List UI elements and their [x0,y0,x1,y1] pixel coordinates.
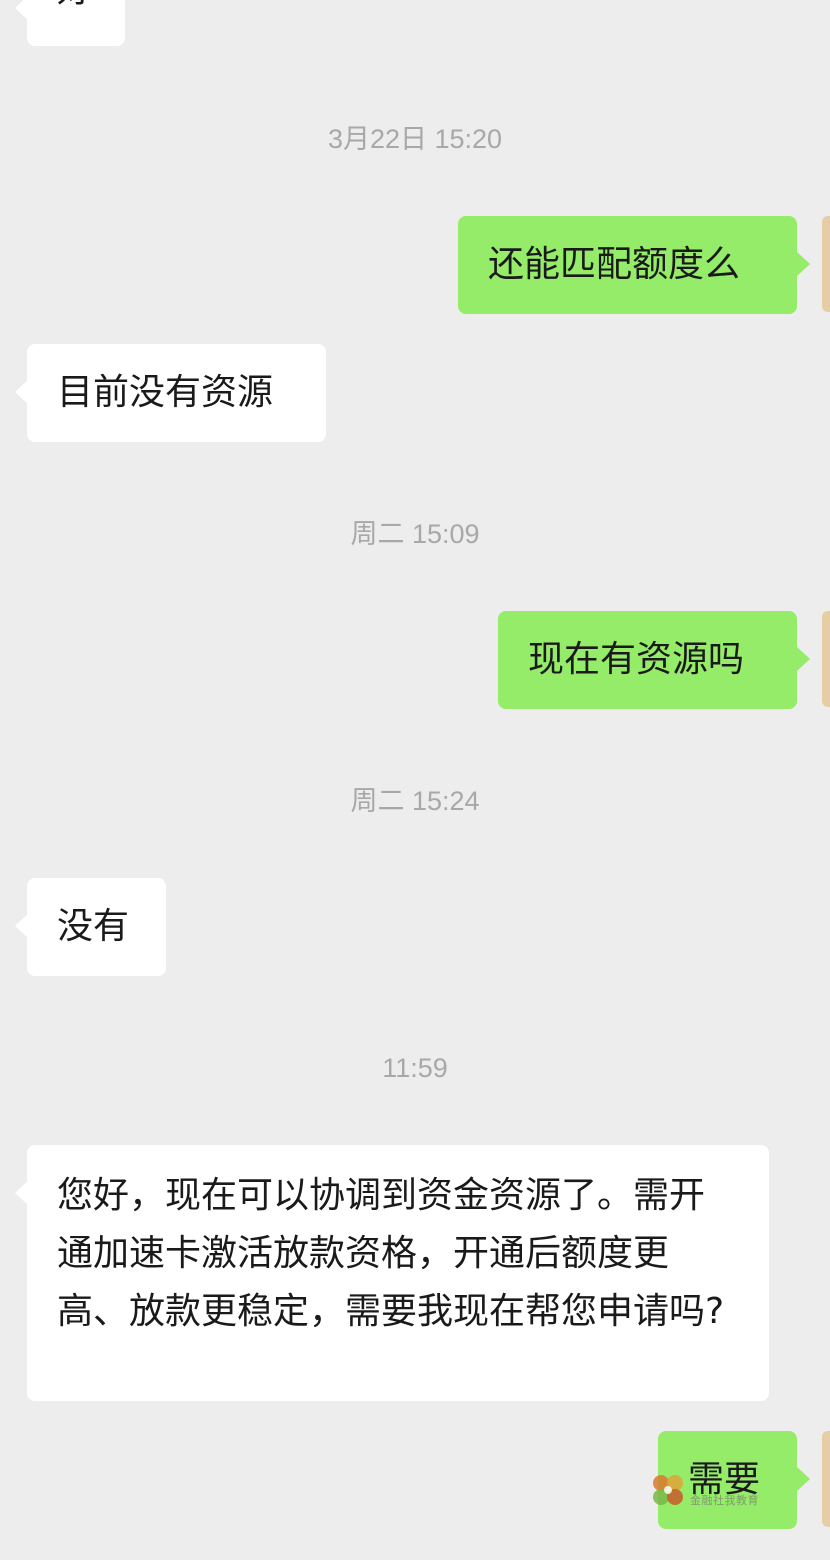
message-text: 没有 [57,906,130,947]
message-text: 好 [57,0,93,10]
message-outgoing[interactable]: 现在有资源吗 [498,611,810,709]
watermark: 金融社我教育 [650,1470,775,1510]
avatar[interactable] [822,216,830,312]
message-text: 现在有资源吗 [528,639,745,680]
message-outgoing[interactable]: 还能匹配额度么 [458,216,810,314]
timestamp: 周二 15:09 [350,519,480,549]
timestamp: 11:59 [382,1053,448,1083]
clover-logo-icon [653,1475,683,1505]
message-text: 您好，现在可以协调到资金资源了。需开通加速卡激活放款资格，开通后额度更高、放款更… [57,1175,725,1332]
avatar[interactable] [822,1431,830,1527]
message-incoming[interactable]: 没有 [15,878,166,976]
timestamp: 3月22日 15:20 [327,124,503,154]
message-incoming-partial[interactable]: 好 [15,0,125,46]
watermark-text: 金融社我教育 [690,1494,759,1507]
message-text: 目前没有资源 [57,372,274,413]
message-text: 还能匹配额度么 [488,244,741,285]
message-incoming[interactable]: 您好，现在可以协调到资金资源了。需开通加速卡激活放款资格，开通后额度更高、放款更… [15,1145,769,1401]
avatar[interactable] [822,611,830,707]
message-incoming[interactable]: 目前没有资源 [15,344,326,442]
chat-thread[interactable]: 好 3月22日 15:20 还能匹配额度么 目前没有资源 周二 15:09 现在… [0,0,830,1560]
timestamp: 周二 15:24 [350,786,480,816]
